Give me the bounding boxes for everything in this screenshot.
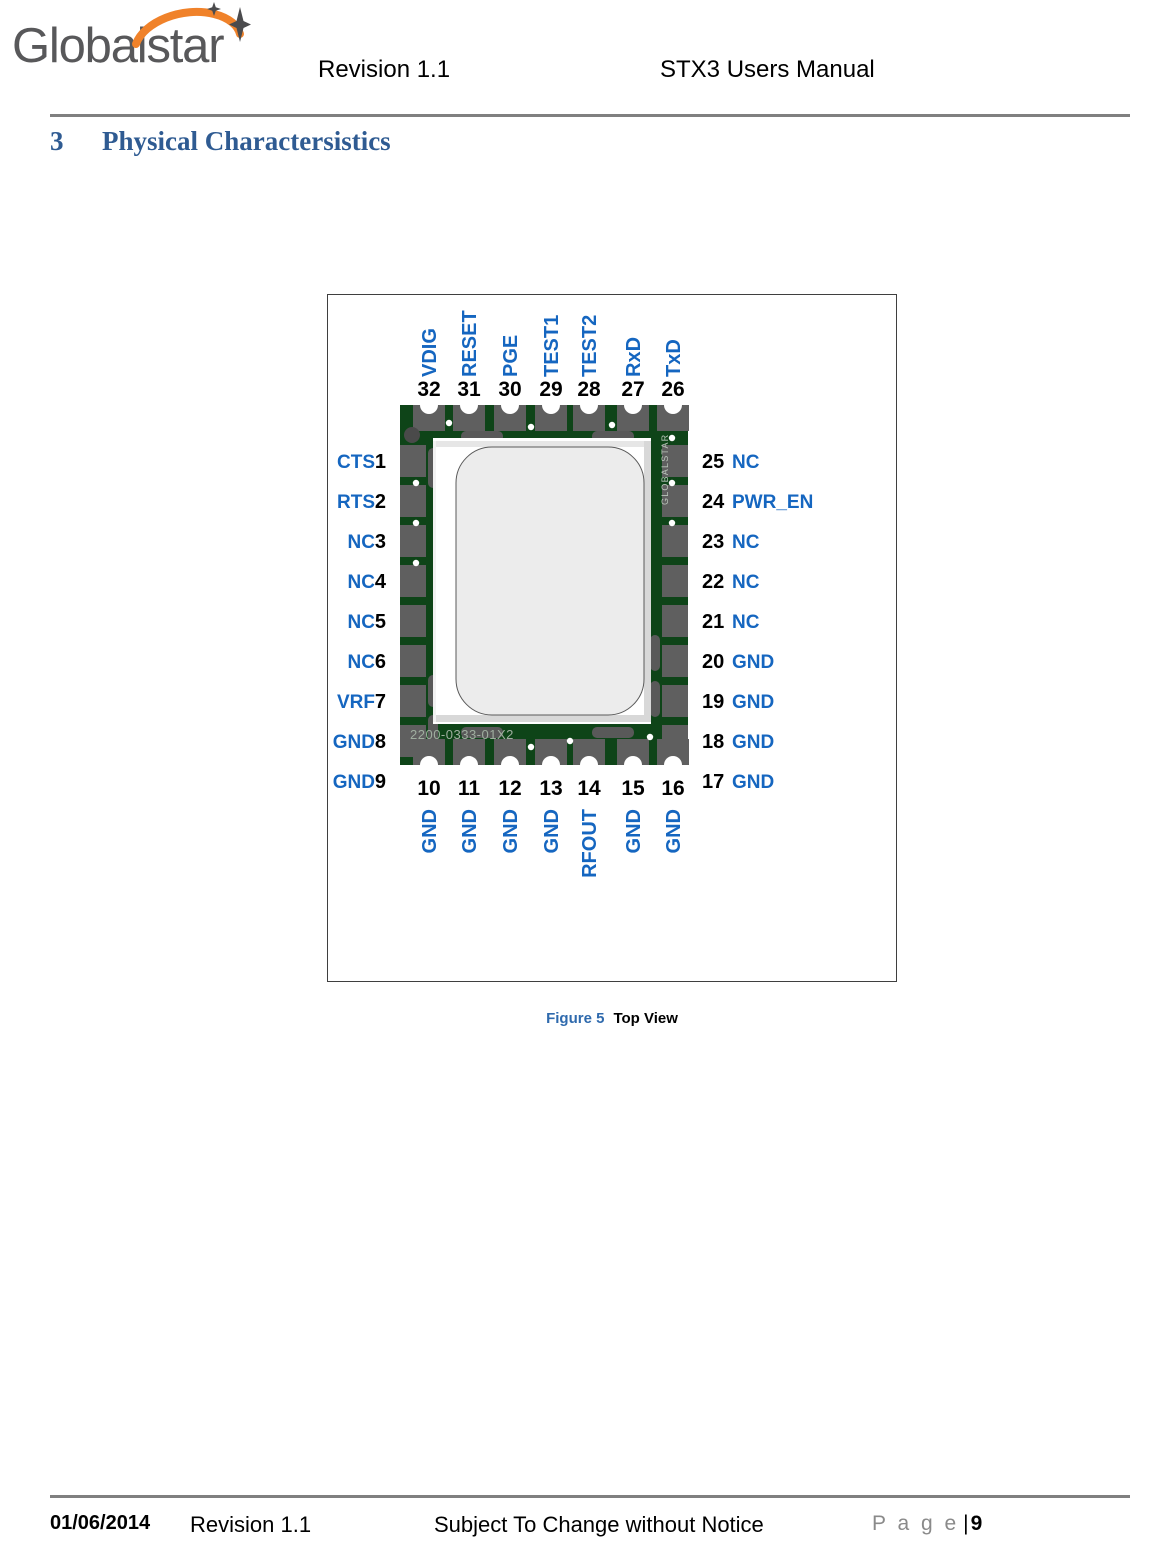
svg-text:CTS: CTS bbox=[337, 452, 375, 473]
svg-text:GND: GND bbox=[732, 732, 774, 753]
svg-text:13: 13 bbox=[539, 777, 562, 800]
svg-text:VRF: VRF bbox=[337, 692, 375, 713]
header-divider bbox=[50, 114, 1130, 117]
footer-date: 01/06/2014 bbox=[50, 1512, 151, 1534]
svg-text:28: 28 bbox=[577, 378, 601, 401]
svg-text:7: 7 bbox=[375, 691, 386, 713]
bottom-pin-annotations: 10 11 12 13 14 15 16 GND GND GND GND RFO… bbox=[417, 777, 685, 878]
svg-text:5: 5 bbox=[375, 611, 386, 633]
svg-text:NC: NC bbox=[348, 652, 376, 673]
svg-text:GND: GND bbox=[459, 809, 481, 853]
svg-text:RxD: RxD bbox=[623, 337, 645, 377]
svg-text:GND: GND bbox=[419, 809, 441, 853]
svg-text:22: 22 bbox=[702, 571, 724, 593]
svg-text:NC: NC bbox=[348, 532, 376, 553]
svg-text:27: 27 bbox=[621, 378, 644, 401]
board-brand-silkscreen: GLOBALSTAR bbox=[660, 434, 670, 505]
page-header: Globalstar Revision 1.1 STX3 Users Manua… bbox=[0, 0, 1175, 118]
svg-text:RESET: RESET bbox=[459, 310, 481, 377]
svg-text:18: 18 bbox=[702, 731, 724, 753]
svg-text:20: 20 bbox=[702, 651, 724, 673]
footer-revision: Revision 1.1 bbox=[190, 1512, 312, 1537]
svg-text:NC: NC bbox=[732, 612, 760, 633]
svg-text:12: 12 bbox=[498, 777, 521, 800]
section-title: Physical Charactersistics bbox=[102, 126, 391, 156]
svg-text:GND: GND bbox=[623, 809, 645, 853]
svg-text:GND: GND bbox=[500, 809, 522, 853]
svg-text:24: 24 bbox=[702, 491, 725, 513]
svg-text:16: 16 bbox=[661, 777, 684, 800]
svg-text:17: 17 bbox=[702, 771, 724, 793]
svg-text:GND: GND bbox=[541, 809, 563, 853]
footer-divider bbox=[50, 1495, 1130, 1498]
svg-text:26: 26 bbox=[661, 378, 684, 401]
svg-text:RTS: RTS bbox=[337, 492, 375, 513]
svg-text:PWR_EN: PWR_EN bbox=[732, 492, 813, 513]
header-revision-text: Revision 1.1 bbox=[318, 56, 451, 83]
svg-text:NC: NC bbox=[348, 572, 376, 593]
svg-text:31: 31 bbox=[457, 378, 481, 401]
figure-caption-title: Top View bbox=[613, 1010, 678, 1027]
svg-text:RFOUT: RFOUT bbox=[579, 809, 601, 878]
svg-text:NC: NC bbox=[348, 612, 376, 633]
pcb-board: GLOBALSTAR 2200-0333-01X2 bbox=[391, 405, 697, 765]
svg-text:15: 15 bbox=[621, 777, 645, 800]
svg-text:PGE: PGE bbox=[500, 335, 522, 377]
svg-text:9: 9 bbox=[375, 771, 386, 793]
svg-text:14: 14 bbox=[577, 777, 601, 800]
svg-text:GND: GND bbox=[732, 772, 774, 793]
footer-notice: Subject To Change without Notice bbox=[434, 1512, 764, 1537]
footer-page-separator: | bbox=[963, 1512, 969, 1535]
svg-text:GND: GND bbox=[663, 809, 685, 853]
svg-text:4: 4 bbox=[375, 571, 387, 593]
svg-text:TEST2: TEST2 bbox=[579, 315, 601, 377]
section-number: 3 bbox=[50, 126, 64, 156]
module-top-view-svg: VDIG RESET PGE TEST1 TEST2 RxD TxD 32 31… bbox=[333, 310, 814, 878]
svg-text:2: 2 bbox=[375, 491, 386, 513]
svg-text:GND: GND bbox=[732, 652, 774, 673]
page-title: 3 Physical Charactersistics bbox=[50, 126, 391, 157]
svg-text:GND: GND bbox=[333, 732, 375, 753]
svg-text:25: 25 bbox=[702, 451, 724, 473]
module-diagram: VDIG RESET PGE TEST1 TEST2 RxD TxD 32 31… bbox=[328, 295, 896, 981]
svg-text:32: 32 bbox=[417, 378, 440, 401]
footer-page-number: 9 bbox=[970, 1512, 983, 1535]
logo-swoosh-icon bbox=[132, 2, 251, 48]
svg-text:29: 29 bbox=[539, 378, 562, 401]
svg-text:NC: NC bbox=[732, 572, 760, 593]
footer-page-indicator: P a g e |9 bbox=[872, 1512, 982, 1536]
globalstar-logo: Globalstar bbox=[12, 2, 252, 71]
svg-text:8: 8 bbox=[375, 731, 386, 753]
svg-text:30: 30 bbox=[498, 378, 521, 401]
svg-text:21: 21 bbox=[702, 611, 724, 633]
svg-text:VDIG: VDIG bbox=[419, 328, 441, 377]
svg-text:11: 11 bbox=[458, 777, 481, 800]
svg-text:TEST1: TEST1 bbox=[541, 315, 563, 377]
module-shield bbox=[433, 438, 651, 724]
svg-text:6: 6 bbox=[375, 651, 386, 673]
svg-text:GND: GND bbox=[732, 692, 774, 713]
svg-text:TxD: TxD bbox=[663, 339, 685, 377]
svg-text:NC: NC bbox=[732, 452, 760, 473]
board-part-number-silkscreen: 2200-0333-01X2 bbox=[410, 727, 514, 742]
left-pin-annotations: 1 CTS 2 RTS 3 NC 4 NC 5 NC 6 NC 7 VRF 8 … bbox=[333, 451, 387, 793]
svg-text:19: 19 bbox=[702, 691, 724, 713]
figure-top-view-image: VDIG RESET PGE TEST1 TEST2 RxD TxD 32 31… bbox=[327, 294, 897, 982]
figure-caption: Figure 5 Top View bbox=[327, 1010, 897, 1027]
footer-page-label: P a g e bbox=[872, 1512, 960, 1535]
top-pin-annotations: VDIG RESET PGE TEST1 TEST2 RxD TxD 32 31… bbox=[417, 310, 685, 401]
svg-text:3: 3 bbox=[375, 531, 386, 553]
svg-text:10: 10 bbox=[417, 777, 440, 800]
svg-text:GND: GND bbox=[333, 772, 375, 793]
svg-text:NC: NC bbox=[732, 532, 760, 553]
svg-text:1: 1 bbox=[375, 451, 386, 473]
header-document-title: STX3 Users Manual bbox=[660, 56, 875, 83]
svg-text:23: 23 bbox=[702, 531, 724, 553]
page-footer: 01/06/2014 Revision 1.1 Subject To Chang… bbox=[0, 1512, 1175, 1552]
right-pin-annotations: 25 NC 24 PWR_EN 23 NC 22 NC 21 NC 20 GND… bbox=[702, 451, 813, 793]
figure-caption-number: Figure 5 bbox=[546, 1010, 605, 1027]
